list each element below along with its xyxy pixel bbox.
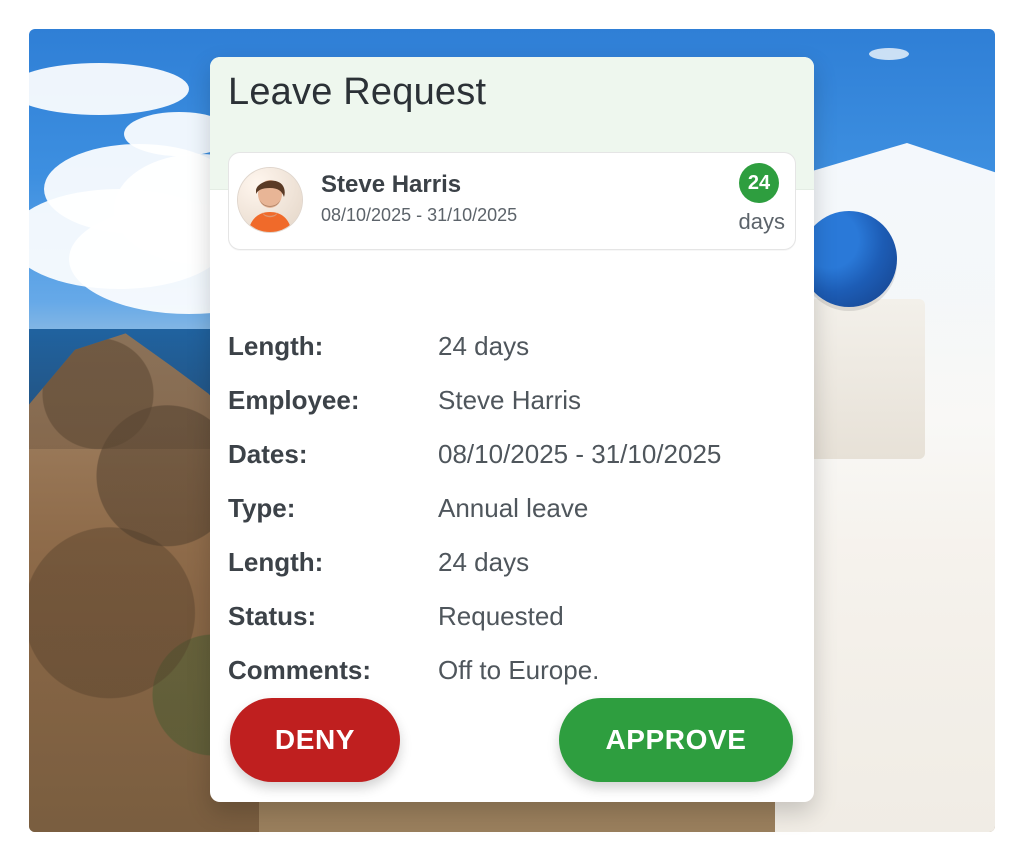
detail-value: 08/10/2025 - 31/10/2025 [438, 438, 722, 469]
avatar-icon [238, 168, 302, 232]
detail-value: Requested [438, 600, 564, 631]
detail-row: Employee: Steve Harris [228, 373, 794, 427]
employee-date-range: 08/10/2025 - 31/10/2025 [321, 205, 518, 225]
card-title: Leave Request [228, 71, 487, 113]
leave-request-card: Leave Request Steve Harris 08/10/2025 - … [210, 57, 814, 802]
detail-label: Status: [228, 600, 317, 631]
detail-row: Status: Requested [228, 589, 794, 643]
detail-row: Type: Annual leave [228, 481, 794, 535]
detail-label: Length: [228, 330, 324, 361]
detail-value: Steve Harris [438, 384, 582, 415]
employee-name: Steve Harris [321, 171, 462, 198]
approve-button[interactable]: APPROVE [559, 698, 793, 782]
detail-value: Annual leave [438, 492, 589, 523]
detail-label: Employee: [228, 384, 360, 415]
detail-label: Length: [228, 546, 324, 577]
avatar [237, 167, 303, 233]
detail-row: Length: 24 days [228, 319, 794, 373]
detail-row: Length: 24 days [228, 535, 794, 589]
detail-label: Dates: [228, 438, 308, 469]
days-badge: 24 [739, 163, 779, 203]
detail-row: Comments: Off to Europe. [228, 643, 794, 697]
details-list: Length: 24 days Employee: Steve Harris D… [228, 319, 794, 697]
blue-dome [801, 211, 897, 307]
detail-label: Comments: [228, 654, 372, 685]
deny-button[interactable]: DENY [230, 698, 400, 782]
employee-summary: Steve Harris 08/10/2025 - 31/10/2025 24 … [228, 152, 796, 250]
detail-label: Type: [228, 492, 296, 523]
detail-row: Dates: 08/10/2025 - 31/10/2025 [228, 427, 794, 481]
detail-value: 24 days [438, 330, 530, 361]
days-unit: days [738, 209, 785, 234]
detail-value: Off to Europe. [438, 654, 600, 685]
detail-value: 24 days [438, 546, 530, 577]
